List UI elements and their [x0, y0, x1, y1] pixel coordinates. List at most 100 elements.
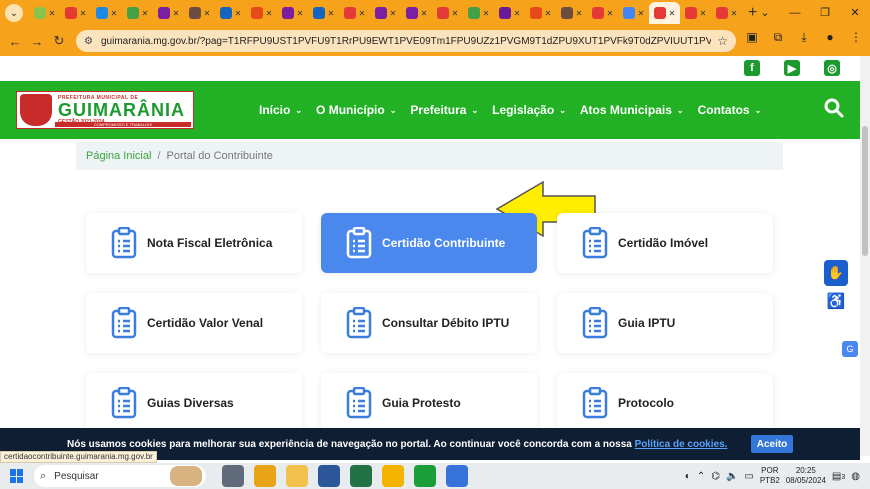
- minimize-button[interactable]: —: [780, 0, 810, 26]
- bookmark-star-icon[interactable]: ☆: [717, 34, 728, 48]
- service-card[interactable]: Guias Diversas: [86, 373, 302, 433]
- battery-icon[interactable]: ▭: [744, 471, 753, 482]
- close-tab-icon[interactable]: ✕: [607, 9, 614, 18]
- close-tab-icon[interactable]: ✕: [669, 9, 676, 18]
- page-scrollbar[interactable]: [860, 56, 870, 456]
- close-tab-icon[interactable]: ✕: [638, 9, 645, 18]
- translate-icon[interactable]: G: [842, 341, 858, 357]
- browser-tab[interactable]: ✕: [618, 2, 649, 24]
- close-tab-icon[interactable]: ✕: [514, 9, 521, 18]
- browser-tab[interactable]: ✕: [246, 2, 277, 24]
- browser-tab[interactable]: ✕: [215, 2, 246, 24]
- accessibility-icon[interactable]: ♿: [826, 292, 846, 312]
- close-tab-icon[interactable]: ✕: [731, 9, 738, 18]
- close-tab-icon[interactable]: ✕: [359, 9, 366, 18]
- browser-tab[interactable]: ✕: [370, 2, 401, 24]
- close-tab-icon[interactable]: ✕: [576, 9, 583, 18]
- nav-item-contatos[interactable]: Contatos ⌄: [698, 103, 762, 117]
- close-tab-icon[interactable]: ✕: [390, 9, 397, 18]
- clock[interactable]: 20:25 08/05/2024: [786, 466, 826, 486]
- close-tab-icon[interactable]: ✕: [452, 9, 459, 18]
- browser-tab[interactable]: ✕: [122, 2, 153, 24]
- file-explorer-icon[interactable]: [286, 465, 308, 487]
- restore-button[interactable]: ❐: [810, 0, 840, 26]
- browser-tab[interactable]: ✕: [184, 2, 215, 24]
- browser-tab[interactable]: ✕: [649, 2, 680, 24]
- site-info-icon[interactable]: ⚙: [84, 36, 93, 47]
- profile-avatar[interactable]: ●: [822, 30, 838, 45]
- chevron-up-icon[interactable]: ⌃: [697, 471, 705, 482]
- nav-item-legislacao[interactable]: Legislação ⌄: [492, 103, 566, 117]
- task-view-icon[interactable]: [222, 465, 244, 487]
- browser-tab[interactable]: ✕: [463, 2, 494, 24]
- url-text[interactable]: guimarania.mg.gov.br/?pag=T1RFPU9UST1PVF…: [101, 36, 711, 47]
- browser-tab[interactable]: ✕: [60, 2, 91, 24]
- chrome-alt-icon[interactable]: [382, 465, 404, 487]
- download-icon[interactable]: ⤓: [796, 30, 812, 45]
- nav-item-atos[interactable]: Atos Municipais ⌄: [580, 103, 684, 117]
- browser-tab[interactable]: ✕: [277, 2, 308, 24]
- browser-tab[interactable]: ✕: [556, 2, 587, 24]
- close-tab-icon[interactable]: ✕: [545, 9, 552, 18]
- system-icon[interactable]: ◐: [685, 471, 691, 482]
- youtube-icon[interactable]: ▶: [784, 60, 800, 76]
- service-card[interactable]: Certidão Valor Venal: [86, 293, 302, 353]
- close-tab-icon[interactable]: ✕: [483, 9, 490, 18]
- close-tab-icon[interactable]: ✕: [421, 9, 428, 18]
- service-card[interactable]: Guia Protesto: [321, 373, 537, 433]
- close-tab-icon[interactable]: ✕: [328, 9, 335, 18]
- search-icon[interactable]: [824, 98, 844, 118]
- extension-icon[interactable]: ▣: [744, 30, 760, 45]
- extensions-puzzle-icon[interactable]: ⧉: [770, 30, 786, 45]
- browser-tab[interactable]: ✕: [339, 2, 370, 24]
- taskbar-search[interactable]: ⌕ Pesquisar: [34, 465, 206, 487]
- windows-start-icon[interactable]: [10, 469, 24, 483]
- service-card[interactable]: Certidão Contribuinte: [321, 213, 537, 273]
- cookie-policy-link[interactable]: Política de cookies.: [635, 439, 728, 450]
- accept-cookies-button[interactable]: Aceito: [751, 435, 793, 453]
- service-card[interactable]: Certidão Imóvel: [557, 213, 773, 273]
- browser-tab[interactable]: ✕: [153, 2, 184, 24]
- instagram-icon[interactable]: ◎: [824, 60, 840, 76]
- service-card[interactable]: Nota Fiscal Eletrônica: [86, 213, 302, 273]
- nav-item-inicio[interactable]: Início ⌄: [259, 103, 302, 117]
- volume-icon[interactable]: 🔈: [726, 471, 738, 482]
- nav-item-municipio[interactable]: O Município ⌄: [316, 103, 396, 117]
- browser-tab[interactable]: ✕: [308, 2, 339, 24]
- notification-icon[interactable]: ▤3: [832, 471, 845, 482]
- close-tab-icon[interactable]: ✕: [173, 9, 180, 18]
- browser-tab[interactable]: ✕: [91, 2, 122, 24]
- browser-tab[interactable]: ✕: [432, 2, 463, 24]
- close-tab-icon[interactable]: ✕: [204, 9, 211, 18]
- close-tab-icon[interactable]: ✕: [235, 9, 242, 18]
- app-icon[interactable]: [414, 465, 436, 487]
- browser-tab[interactable]: ✕: [587, 2, 618, 24]
- close-tab-icon[interactable]: ✕: [700, 9, 707, 18]
- facebook-icon[interactable]: f: [744, 60, 760, 76]
- close-tab-icon[interactable]: ✕: [80, 9, 87, 18]
- browser-tab[interactable]: ✕: [711, 2, 742, 24]
- language-indicator[interactable]: POR PTB2: [760, 466, 780, 486]
- browser-menu-icon[interactable]: ⋮: [848, 30, 864, 45]
- browser-tab[interactable]: ✕: [525, 2, 556, 24]
- close-window-button[interactable]: ✕: [840, 0, 870, 26]
- browser-tab[interactable]: ✕: [680, 2, 711, 24]
- breadcrumb-home-link[interactable]: Página Inicial: [86, 150, 151, 162]
- close-tab-icon[interactable]: ✕: [111, 9, 118, 18]
- back-icon[interactable]: ←: [4, 34, 26, 49]
- forward-icon[interactable]: →: [26, 34, 48, 49]
- network-icon[interactable]: ⌬: [711, 471, 720, 482]
- chrome-icon[interactable]: [254, 465, 276, 487]
- reload-icon[interactable]: ↻: [48, 33, 70, 49]
- excel-icon[interactable]: [350, 465, 372, 487]
- sign-language-icon[interactable]: ✋: [824, 260, 848, 286]
- address-bar[interactable]: ⚙ guimarania.mg.gov.br/?pag=T1RFPU9UST1P…: [76, 30, 736, 52]
- close-tab-icon[interactable]: ✕: [142, 9, 149, 18]
- service-card[interactable]: Consultar Débito IPTU: [321, 293, 537, 353]
- browser-tab[interactable]: ✕: [494, 2, 525, 24]
- close-tab-icon[interactable]: ✕: [49, 9, 56, 18]
- close-tab-icon[interactable]: ✕: [297, 9, 304, 18]
- tab-search-icon[interactable]: ⌄: [5, 4, 23, 22]
- service-card[interactable]: Guia IPTU: [557, 293, 773, 353]
- close-tab-icon[interactable]: ✕: [266, 9, 273, 18]
